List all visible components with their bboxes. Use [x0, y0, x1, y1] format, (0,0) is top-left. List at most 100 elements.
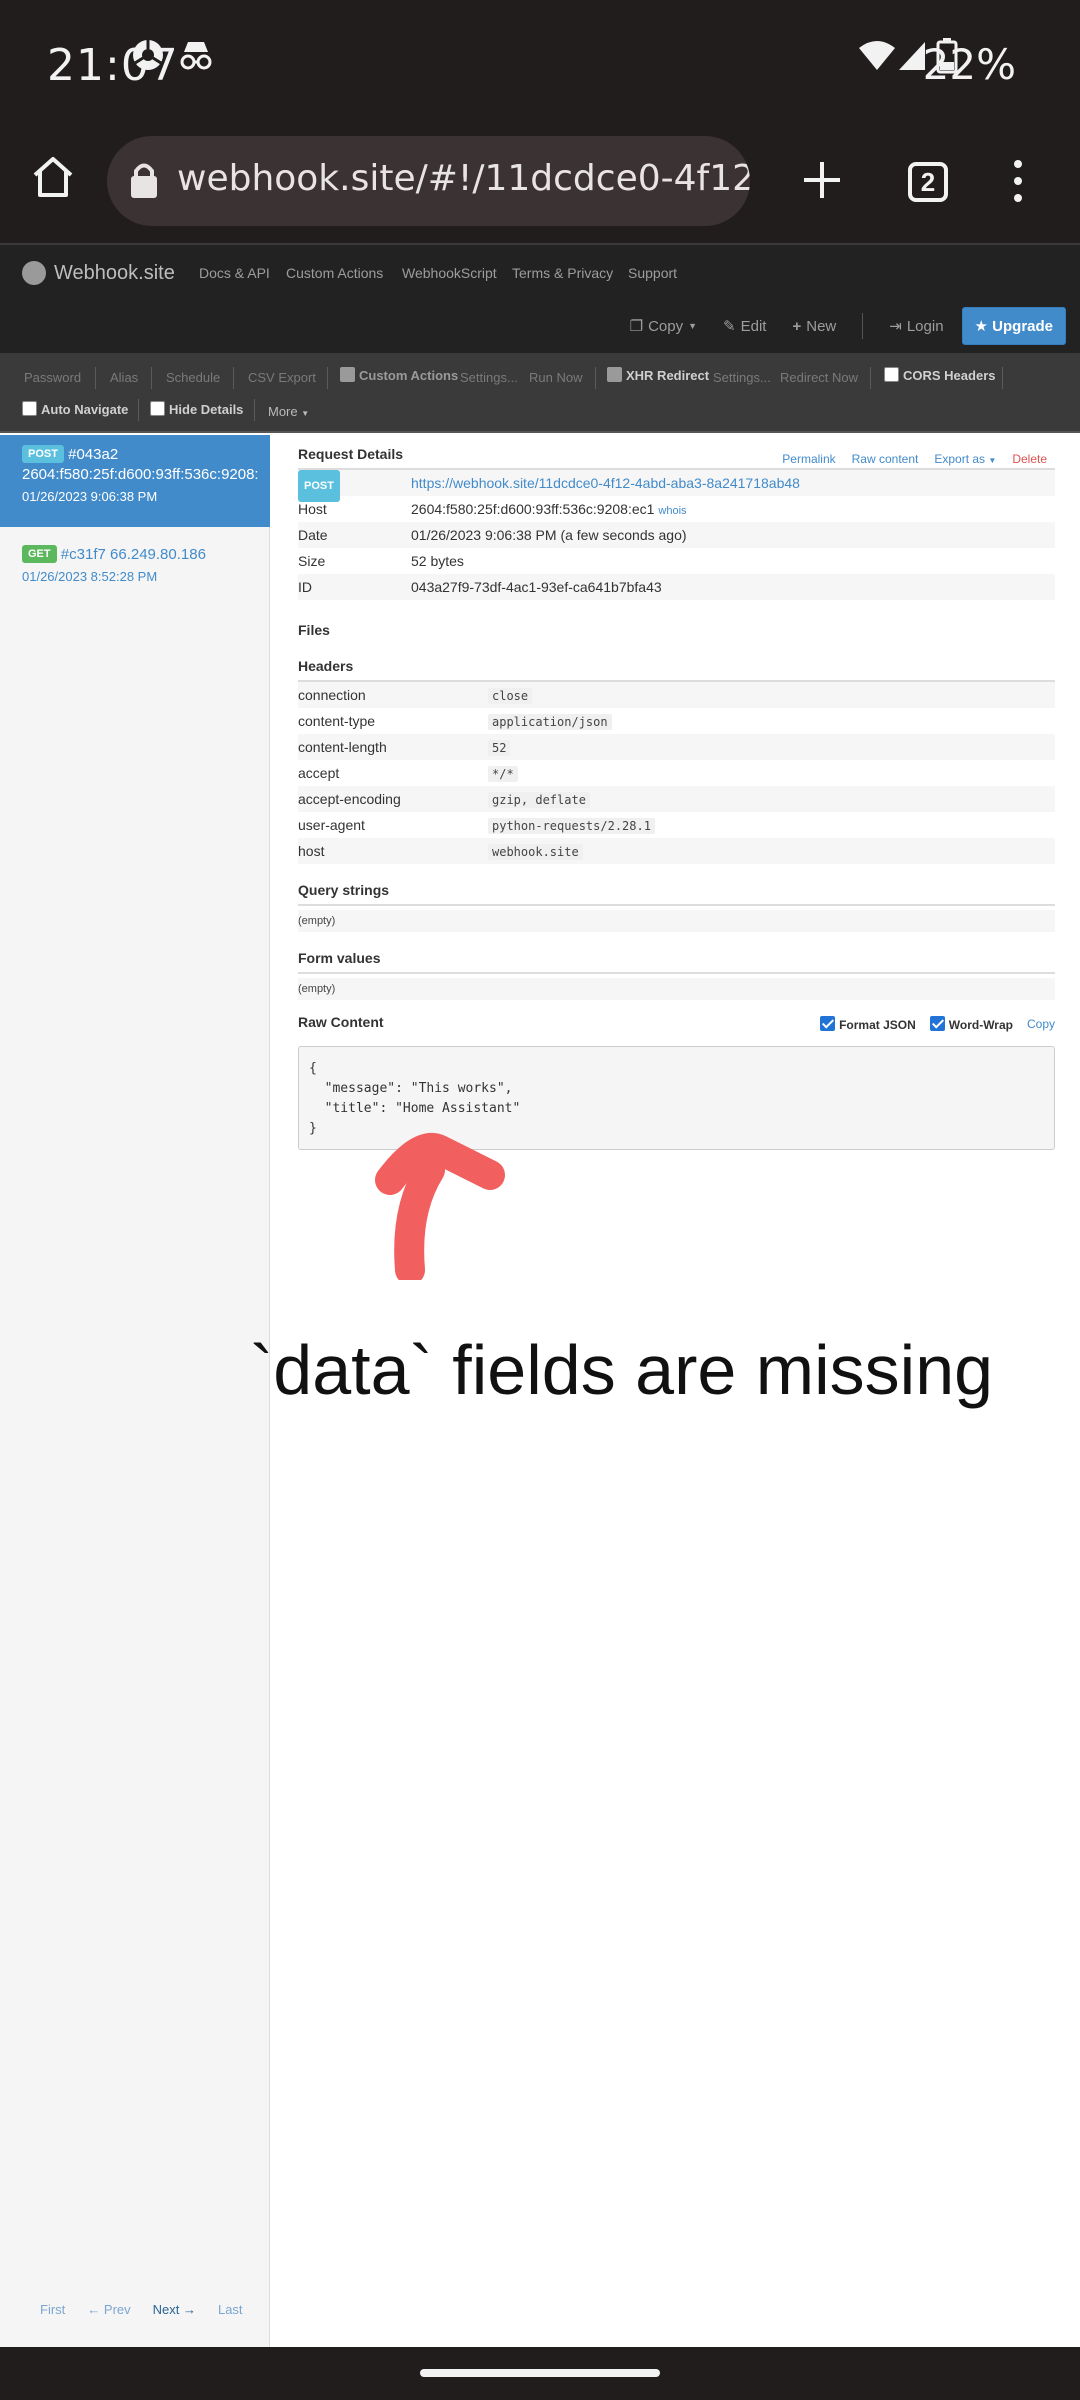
detail-row-url: POST https://webhook.site/11dcdce0-4f12-… — [298, 470, 1055, 502]
new-tab-icon[interactable] — [800, 158, 844, 207]
login-label: Login — [906, 317, 944, 335]
xhr-redirect-settings[interactable]: Settings... — [713, 370, 771, 385]
url-text[interactable]: webhook.site/#!/11dcdce0-4f12-4abd-aba3-… — [177, 158, 750, 199]
headers-section: Headers — [298, 658, 1055, 682]
custom-actions-toggle[interactable]: Custom Actions — [340, 367, 458, 383]
raw-content-title: Raw Content — [298, 1014, 384, 1030]
nav-support[interactable]: Support — [628, 265, 677, 281]
pager-next[interactable]: Next → — [153, 2302, 196, 2317]
divider — [870, 367, 871, 389]
run-now-option[interactable]: Run Now — [529, 370, 582, 385]
menu-icon[interactable] — [1006, 158, 1030, 209]
new-button[interactable]: + New — [792, 318, 836, 335]
header-value: python-requests/2.28.1 — [488, 818, 655, 834]
format-json-checkbox[interactable] — [820, 1016, 836, 1031]
annotation-text: `data` fields are missing — [250, 1331, 994, 1409]
header-row: accept */* — [298, 760, 1055, 786]
alias-option[interactable]: Alias — [110, 370, 138, 385]
custom-actions-label: Custom Actions — [359, 368, 459, 383]
word-wrap-toggle[interactable]: Word-Wrap — [929, 1016, 1013, 1032]
form-values-empty: (empty) — [298, 978, 1055, 1000]
request-details-header: Request Details Permalink Raw content Ex… — [298, 446, 1055, 470]
request-url-link[interactable]: https://webhook.site/11dcdce0-4f12-4abd-… — [411, 470, 800, 496]
nav-custom-actions[interactable]: Custom Actions — [286, 265, 383, 281]
address-bar[interactable]: webhook.site/#!/11dcdce0-4f12-4abd-aba3-… — [107, 136, 750, 226]
delete-link[interactable]: Delete — [1012, 452, 1047, 466]
schedule-option[interactable]: Schedule — [166, 370, 220, 385]
divider — [95, 367, 96, 389]
auto-navigate-checkbox[interactable] — [22, 401, 37, 416]
incognito-icon — [178, 38, 214, 77]
caret-down-icon: ▼ — [301, 409, 310, 418]
copy-raw-link[interactable]: Copy — [1027, 1017, 1055, 1031]
password-option[interactable]: Password — [24, 370, 81, 385]
query-strings-title: Query strings — [298, 882, 390, 898]
permalink-link[interactable]: Permalink — [782, 452, 835, 466]
nav-webhookscript[interactable]: WebhookScript — [402, 265, 497, 281]
navigation-gesture-bar — [0, 2347, 1080, 2400]
divider — [138, 399, 139, 421]
header-key: accept — [298, 765, 340, 781]
pager-prev[interactable]: ← Prev — [87, 2302, 130, 2317]
query-strings-section: Query strings — [298, 882, 1055, 906]
custom-actions-checkbox[interactable] — [340, 367, 355, 382]
divider — [233, 367, 234, 389]
nav-terms-privacy[interactable]: Terms & Privacy — [512, 265, 613, 281]
brand-link[interactable]: Webhook.site — [22, 261, 175, 285]
xhr-redirect-toggle[interactable]: XHR Redirect — [607, 367, 709, 383]
hide-details-checkbox[interactable] — [150, 401, 165, 416]
divider — [595, 367, 596, 389]
login-button[interactable]: ⇥ Login — [889, 317, 944, 336]
header-value: close — [488, 688, 533, 704]
request-id: #043a2 — [68, 446, 119, 463]
auto-navigate-toggle[interactable]: Auto Navigate — [22, 401, 128, 417]
whois-link[interactable]: whois — [658, 505, 686, 517]
brand-name: Webhook.site — [54, 261, 175, 284]
new-label: New — [806, 317, 837, 335]
format-json-toggle[interactable]: Format JSON — [820, 1016, 916, 1032]
nav-docs-api[interactable]: Docs & API — [199, 265, 270, 281]
pager-last[interactable]: Last — [218, 2302, 243, 2317]
edit-icon: ✎ — [723, 318, 736, 335]
copy-dropdown-button[interactable]: ❐ Copy ▼ — [630, 317, 698, 336]
request-item-043a2[interactable]: POST #043a2 2604:f580:25f:d600:93ff:536c… — [0, 435, 270, 527]
edit-button[interactable]: ✎ Edit — [723, 317, 766, 336]
more-dropdown[interactable]: More ▼ — [268, 404, 309, 419]
header-row: host webhook.site — [298, 838, 1055, 864]
request-details-panel: Request Details Permalink Raw content Ex… — [298, 446, 1055, 1150]
date-value: 01/26/2023 9:06:38 PM (a few seconds ago… — [411, 527, 687, 543]
lock-icon[interactable] — [129, 160, 159, 205]
export-dropdown[interactable]: Export as ▼ — [934, 452, 996, 466]
tab-switcher-button[interactable]: 2 — [908, 162, 948, 202]
pager-first[interactable]: First — [40, 2302, 65, 2317]
xhr-redirect-checkbox[interactable] — [607, 367, 622, 382]
word-wrap-checkbox[interactable] — [929, 1016, 945, 1031]
header-row: connection close — [298, 682, 1055, 708]
home-gesture-handle[interactable] — [420, 2369, 660, 2377]
caret-down-icon: ▼ — [988, 456, 997, 465]
header-row: user-agent python-requests/2.28.1 — [298, 812, 1055, 838]
home-icon[interactable] — [30, 154, 76, 205]
raw-content-link[interactable]: Raw content — [852, 452, 919, 466]
custom-actions-settings[interactable]: Settings... — [460, 370, 518, 385]
format-json-label: Format JSON — [839, 1018, 916, 1032]
header-key: connection — [298, 687, 366, 703]
request-item-c31f7[interactable]: GET #c31f7 66.249.80.186 01/26/2023 8:52… — [0, 535, 270, 605]
cors-headers-checkbox[interactable] — [884, 367, 899, 382]
header-row: content-length 52 — [298, 734, 1055, 760]
header-value: webhook.site — [488, 844, 583, 860]
more-label: More — [268, 404, 298, 419]
upgrade-button[interactable]: ★ Upgrade — [961, 307, 1066, 345]
cors-headers-toggle[interactable]: CORS Headers — [884, 367, 995, 383]
request-list: POST #043a2 2604:f580:25f:d600:93ff:536c… — [0, 435, 270, 2347]
form-values-title: Form values — [298, 950, 381, 966]
divider — [327, 367, 328, 389]
redirect-now-option[interactable]: Redirect Now — [780, 370, 858, 385]
pagination: First ← Prev Next → Last — [40, 2302, 243, 2317]
caret-down-icon: ▼ — [688, 321, 698, 331]
size-label: Size — [298, 553, 326, 569]
query-strings-empty: (empty) — [298, 910, 1055, 932]
hide-details-toggle[interactable]: Hide Details — [150, 401, 243, 417]
csv-export-option[interactable]: CSV Export — [248, 370, 316, 385]
host-label: Host — [298, 501, 327, 517]
